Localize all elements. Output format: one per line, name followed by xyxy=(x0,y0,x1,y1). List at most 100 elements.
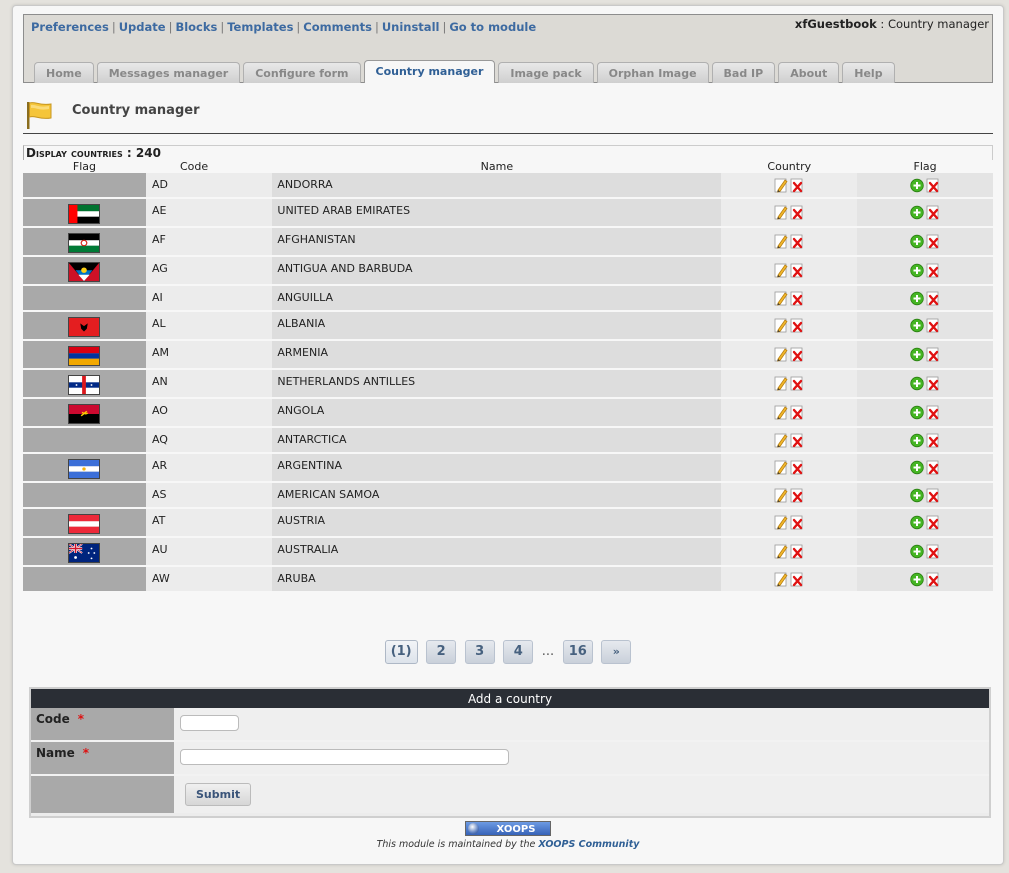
green-plus-add-icon[interactable] xyxy=(910,405,924,420)
red-x-delete-icon[interactable] xyxy=(926,234,940,249)
tab-messages-manager[interactable]: Messages manager xyxy=(96,62,241,83)
pencil-edit-icon[interactable] xyxy=(774,318,788,333)
tab-orphan-image[interactable]: Orphan Image xyxy=(596,62,709,83)
red-x-delete-icon[interactable] xyxy=(926,376,940,391)
name-cell: ANTARCTICA xyxy=(272,428,722,454)
red-x-delete-icon[interactable] xyxy=(926,572,940,587)
red-x-delete-icon[interactable] xyxy=(926,263,940,278)
tab-country-manager[interactable]: Country manager xyxy=(363,60,496,83)
page-2[interactable]: 2 xyxy=(426,640,457,664)
red-x-delete-icon[interactable] xyxy=(926,347,940,362)
red-x-delete-icon[interactable] xyxy=(790,572,804,587)
tab-help[interactable]: Help xyxy=(842,62,895,83)
country-name: ARUBA xyxy=(277,572,316,585)
pencil-edit-icon[interactable] xyxy=(774,544,788,559)
code-cell: AN xyxy=(145,370,273,399)
green-plus-add-icon[interactable] xyxy=(910,291,924,306)
red-x-delete-icon[interactable] xyxy=(926,460,940,475)
green-plus-add-icon[interactable] xyxy=(910,318,924,333)
red-x-delete-icon[interactable] xyxy=(926,205,940,220)
pencil-edit-icon[interactable] xyxy=(774,572,788,587)
green-plus-add-icon[interactable] xyxy=(910,572,924,587)
red-x-delete-icon[interactable] xyxy=(790,178,804,193)
red-x-delete-icon[interactable] xyxy=(790,405,804,420)
red-x-delete-icon[interactable] xyxy=(790,318,804,333)
code-label: Code * xyxy=(31,708,174,740)
red-x-delete-icon[interactable] xyxy=(790,234,804,249)
submit-button[interactable]: Submit xyxy=(185,783,252,806)
red-x-delete-icon[interactable] xyxy=(926,178,940,193)
pencil-edit-icon[interactable] xyxy=(774,205,788,220)
green-plus-add-icon[interactable] xyxy=(910,234,924,249)
red-x-delete-icon[interactable] xyxy=(790,205,804,220)
menu-uninstall[interactable]: Uninstall xyxy=(382,20,440,34)
menu-blocks[interactable]: Blocks xyxy=(175,20,217,34)
green-plus-add-icon[interactable] xyxy=(910,178,924,193)
red-x-delete-icon[interactable] xyxy=(926,405,940,420)
menu-comments[interactable]: Comments xyxy=(303,20,372,34)
country-actions xyxy=(721,199,858,228)
green-plus-add-icon[interactable] xyxy=(910,205,924,220)
pencil-edit-icon[interactable] xyxy=(774,488,788,503)
xoops-community-link[interactable]: XOOPS Community xyxy=(538,839,639,850)
red-x-delete-icon[interactable] xyxy=(790,263,804,278)
pencil-edit-icon[interactable] xyxy=(774,376,788,391)
tab-bad-ip[interactable]: Bad IP xyxy=(711,62,776,83)
pencil-edit-icon[interactable] xyxy=(774,515,788,530)
page-3[interactable]: 3 xyxy=(464,640,495,664)
green-plus-add-icon[interactable] xyxy=(910,460,924,475)
red-x-delete-icon[interactable] xyxy=(926,544,940,559)
green-plus-add-icon[interactable] xyxy=(910,544,924,559)
green-plus-add-icon[interactable] xyxy=(910,263,924,278)
menu-preferences[interactable]: Preferences xyxy=(31,20,109,34)
menu-update[interactable]: Update xyxy=(119,20,166,34)
page-current[interactable]: (1) xyxy=(384,640,418,664)
tab-configure-form[interactable]: Configure form xyxy=(243,62,361,83)
red-x-delete-icon[interactable] xyxy=(790,291,804,306)
green-plus-add-icon[interactable] xyxy=(910,488,924,503)
flag-image-ar xyxy=(68,458,101,479)
pencil-edit-icon[interactable] xyxy=(774,291,788,306)
green-plus-add-icon[interactable] xyxy=(910,515,924,530)
red-x-delete-icon[interactable] xyxy=(790,376,804,391)
red-x-delete-icon[interactable] xyxy=(790,488,804,503)
pencil-edit-icon[interactable] xyxy=(774,460,788,475)
country-code: AL xyxy=(151,317,166,330)
pencil-edit-icon[interactable] xyxy=(774,405,788,420)
tab-home[interactable]: Home xyxy=(34,62,94,83)
table-row: AG ANTIGUA AND BARBUDA xyxy=(23,257,993,286)
tab-image-pack[interactable]: Image pack xyxy=(498,62,594,83)
pencil-edit-icon[interactable] xyxy=(774,234,788,249)
flag-actions xyxy=(857,509,993,538)
tab-about[interactable]: About xyxy=(778,62,840,83)
page-4[interactable]: 4 xyxy=(503,640,534,664)
code-cell: AO xyxy=(145,399,273,428)
country-name: ALBANIA xyxy=(277,317,326,330)
pencil-edit-icon[interactable] xyxy=(774,263,788,278)
menu-go-to-module[interactable]: Go to module xyxy=(449,20,536,34)
red-x-delete-icon[interactable] xyxy=(790,347,804,362)
red-x-delete-icon[interactable] xyxy=(790,433,804,448)
red-x-delete-icon[interactable] xyxy=(790,515,804,530)
red-x-delete-icon[interactable] xyxy=(926,488,940,503)
red-x-delete-icon[interactable] xyxy=(790,544,804,559)
green-plus-add-icon[interactable] xyxy=(910,347,924,362)
page-next[interactable]: » xyxy=(601,640,632,664)
page-last[interactable]: 16 xyxy=(562,640,593,664)
table-row: AS AMERICAN SAMOA xyxy=(23,483,993,509)
red-x-delete-icon[interactable] xyxy=(926,515,940,530)
menu-templates[interactable]: Templates xyxy=(227,20,293,34)
red-x-delete-icon[interactable] xyxy=(926,318,940,333)
red-x-delete-icon[interactable] xyxy=(926,291,940,306)
flag-cell xyxy=(23,483,146,509)
name-input[interactable] xyxy=(180,749,509,765)
red-x-delete-icon[interactable] xyxy=(790,460,804,475)
green-plus-add-icon[interactable] xyxy=(910,433,924,448)
pencil-edit-icon[interactable] xyxy=(774,347,788,362)
code-input[interactable] xyxy=(180,715,239,731)
xoops-badge[interactable]: XOOPS xyxy=(465,821,551,836)
pencil-edit-icon[interactable] xyxy=(774,433,788,448)
pencil-edit-icon[interactable] xyxy=(774,178,788,193)
green-plus-add-icon[interactable] xyxy=(910,376,924,391)
red-x-delete-icon[interactable] xyxy=(926,433,940,448)
